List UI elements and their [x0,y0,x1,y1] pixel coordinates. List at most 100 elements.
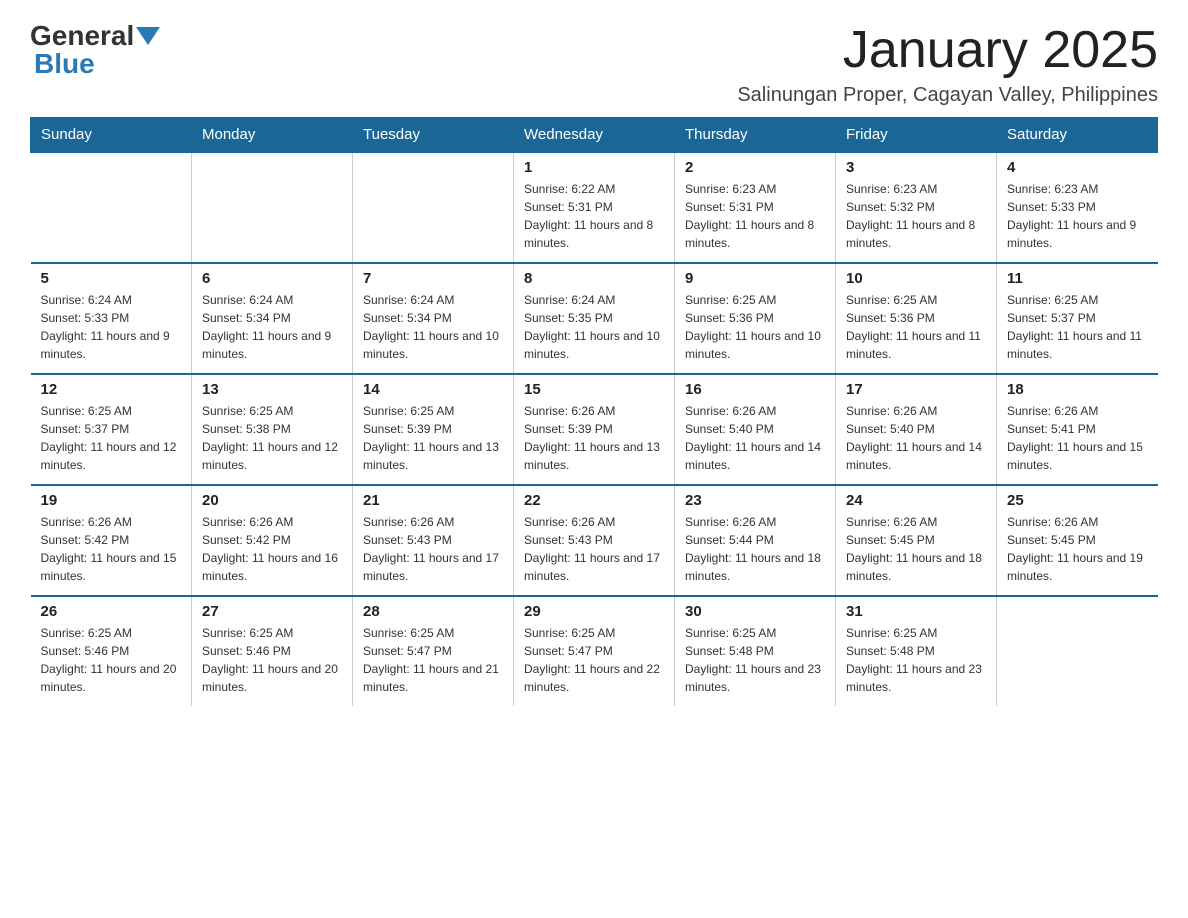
calendar-cell: 14Sunrise: 6:25 AMSunset: 5:39 PMDayligh… [353,374,514,485]
calendar-cell [31,152,192,263]
calendar-week-row: 1 Sunrise: 6:22 AMSunset: 5:31 PMDaylight… [31,152,1158,263]
day-info: Sunrise: 6:23 AMSunset: 5:32 PMDaylight:… [846,180,986,252]
day-info: Sunrise: 6:25 AMSunset: 5:46 PMDaylight:… [41,624,182,696]
day-number: 7 [363,270,503,287]
logo-triangle-icon [136,27,160,45]
day-info: Sunrise: 6:25 AMSunset: 5:47 PMDaylight:… [363,624,503,696]
day-number: 26 [41,603,182,620]
day-info: Sunrise: 6:25 AMSunset: 5:46 PMDaylight:… [202,624,342,696]
calendar-cell: 10Sunrise: 6:25 AMSunset: 5:36 PMDayligh… [836,263,997,374]
day-number: 31 [846,603,986,620]
calendar-week-row: 26 Sunrise: 6:25 AMSunset: 5:46 PMDayligh… [31,596,1158,706]
calendar-cell: 13 Sunrise: 6:25 AMSunset: 5:38 PMDayligh… [192,374,353,485]
calendar-cell: 11 Sunrise: 6:25 AMSunset: 5:37 PMDayligh… [997,263,1158,374]
day-info: Sunrise: 6:25 AMSunset: 5:39 PMDaylight:… [363,402,503,474]
day-number: 23 [685,492,825,509]
calendar-cell: 12Sunrise: 6:25 AMSunset: 5:37 PMDayligh… [31,374,192,485]
calendar-cell: 2 Sunrise: 6:23 AMSunset: 5:31 PMDaylight… [675,152,836,263]
day-number: 10 [846,270,986,287]
month-title: January 2025 [737,20,1158,80]
day-info: Sunrise: 6:26 AMSunset: 5:39 PMDaylight:… [524,402,664,474]
calendar-cell: 15 Sunrise: 6:26 AMSunset: 5:39 PMDayligh… [514,374,675,485]
calendar-cell: 27 Sunrise: 6:25 AMSunset: 5:46 PMDayligh… [192,596,353,706]
calendar-cell: 30Sunrise: 6:25 AMSunset: 5:48 PMDayligh… [675,596,836,706]
calendar-cell: 22 Sunrise: 6:26 AMSunset: 5:43 PMDayligh… [514,485,675,596]
day-info: Sunrise: 6:23 AMSunset: 5:31 PMDaylight:… [685,180,825,252]
calendar-cell: 25 Sunrise: 6:26 AMSunset: 5:45 PMDayligh… [997,485,1158,596]
calendar-cell [353,152,514,263]
day-info: Sunrise: 6:24 AMSunset: 5:33 PMDaylight:… [41,291,182,363]
calendar-cell: 6 Sunrise: 6:24 AMSunset: 5:34 PMDaylight… [192,263,353,374]
calendar-cell: 8Sunrise: 6:24 AMSunset: 5:35 PMDaylight… [514,263,675,374]
calendar-body: 1 Sunrise: 6:22 AMSunset: 5:31 PMDaylight… [31,152,1158,706]
day-number: 25 [1007,492,1148,509]
day-number: 6 [202,270,342,287]
day-number: 22 [524,492,664,509]
day-info: Sunrise: 6:26 AMSunset: 5:40 PMDaylight:… [846,402,986,474]
day-number: 12 [41,381,182,398]
calendar-cell [997,596,1158,706]
calendar-week-row: 12Sunrise: 6:25 AMSunset: 5:37 PMDayligh… [31,374,1158,485]
calendar-cell: 20Sunrise: 6:26 AMSunset: 5:42 PMDayligh… [192,485,353,596]
day-number: 5 [41,270,182,287]
weekday-header-thursday: Thursday [675,118,836,153]
day-number: 17 [846,381,986,398]
day-info: Sunrise: 6:25 AMSunset: 5:36 PMDaylight:… [685,291,825,363]
day-info: Sunrise: 6:26 AMSunset: 5:42 PMDaylight:… [202,513,342,585]
calendar-cell: 5 Sunrise: 6:24 AMSunset: 5:33 PMDaylight… [31,263,192,374]
day-number: 29 [524,603,664,620]
day-info: Sunrise: 6:26 AMSunset: 5:41 PMDaylight:… [1007,402,1148,474]
day-number: 24 [846,492,986,509]
weekday-header-tuesday: Tuesday [353,118,514,153]
day-info: Sunrise: 6:22 AMSunset: 5:31 PMDaylight:… [524,180,664,252]
calendar-table: SundayMondayTuesdayWednesdayThursdayFrid… [30,117,1158,706]
weekday-header-monday: Monday [192,118,353,153]
weekday-header-wednesday: Wednesday [514,118,675,153]
day-info: Sunrise: 6:26 AMSunset: 5:45 PMDaylight:… [1007,513,1148,585]
location-text: Salinungan Proper, Cagayan Valley, Phili… [737,84,1158,107]
calendar-cell: 7 Sunrise: 6:24 AMSunset: 5:34 PMDaylight… [353,263,514,374]
weekday-header-sunday: Sunday [31,118,192,153]
calendar-cell: 17 Sunrise: 6:26 AMSunset: 5:40 PMDayligh… [836,374,997,485]
day-number: 9 [685,270,825,287]
day-info: Sunrise: 6:24 AMSunset: 5:35 PMDaylight:… [524,291,664,363]
calendar-week-row: 19Sunrise: 6:26 AMSunset: 5:42 PMDayligh… [31,485,1158,596]
calendar-cell: 16Sunrise: 6:26 AMSunset: 5:40 PMDayligh… [675,374,836,485]
day-info: Sunrise: 6:25 AMSunset: 5:37 PMDaylight:… [1007,291,1148,363]
day-info: Sunrise: 6:26 AMSunset: 5:44 PMDaylight:… [685,513,825,585]
day-info: Sunrise: 6:26 AMSunset: 5:42 PMDaylight:… [41,513,182,585]
calendar-cell: 24 Sunrise: 6:26 AMSunset: 5:45 PMDayligh… [836,485,997,596]
day-info: Sunrise: 6:26 AMSunset: 5:45 PMDaylight:… [846,513,986,585]
day-info: Sunrise: 6:25 AMSunset: 5:47 PMDaylight:… [524,624,664,696]
day-number: 15 [524,381,664,398]
day-info: Sunrise: 6:24 AMSunset: 5:34 PMDaylight:… [202,291,342,363]
day-number: 13 [202,381,342,398]
day-info: Sunrise: 6:26 AMSunset: 5:43 PMDaylight:… [363,513,503,585]
calendar-week-row: 5 Sunrise: 6:24 AMSunset: 5:33 PMDaylight… [31,263,1158,374]
day-info: Sunrise: 6:25 AMSunset: 5:38 PMDaylight:… [202,402,342,474]
calendar-cell: 21Sunrise: 6:26 AMSunset: 5:43 PMDayligh… [353,485,514,596]
calendar-header: SundayMondayTuesdayWednesdayThursdayFrid… [31,118,1158,153]
day-number: 18 [1007,381,1148,398]
calendar-cell: 28 Sunrise: 6:25 AMSunset: 5:47 PMDayligh… [353,596,514,706]
calendar-cell: 3 Sunrise: 6:23 AMSunset: 5:32 PMDaylight… [836,152,997,263]
day-number: 27 [202,603,342,620]
day-number: 4 [1007,159,1148,176]
logo: General Blue [30,20,162,80]
calendar-cell: 4Sunrise: 6:23 AMSunset: 5:33 PMDaylight… [997,152,1158,263]
day-number: 3 [846,159,986,176]
day-info: Sunrise: 6:26 AMSunset: 5:43 PMDaylight:… [524,513,664,585]
day-number: 11 [1007,270,1148,287]
weekday-header-row: SundayMondayTuesdayWednesdayThursdayFrid… [31,118,1158,153]
page-header: General Blue January 2025 Salinungan Pro… [30,20,1158,107]
calendar-cell: 19Sunrise: 6:26 AMSunset: 5:42 PMDayligh… [31,485,192,596]
weekday-header-saturday: Saturday [997,118,1158,153]
day-number: 28 [363,603,503,620]
day-info: Sunrise: 6:26 AMSunset: 5:40 PMDaylight:… [685,402,825,474]
calendar-cell: 9 Sunrise: 6:25 AMSunset: 5:36 PMDaylight… [675,263,836,374]
calendar-cell: 26 Sunrise: 6:25 AMSunset: 5:46 PMDayligh… [31,596,192,706]
day-number: 1 [524,159,664,176]
calendar-cell [192,152,353,263]
day-info: Sunrise: 6:24 AMSunset: 5:34 PMDaylight:… [363,291,503,363]
day-number: 2 [685,159,825,176]
